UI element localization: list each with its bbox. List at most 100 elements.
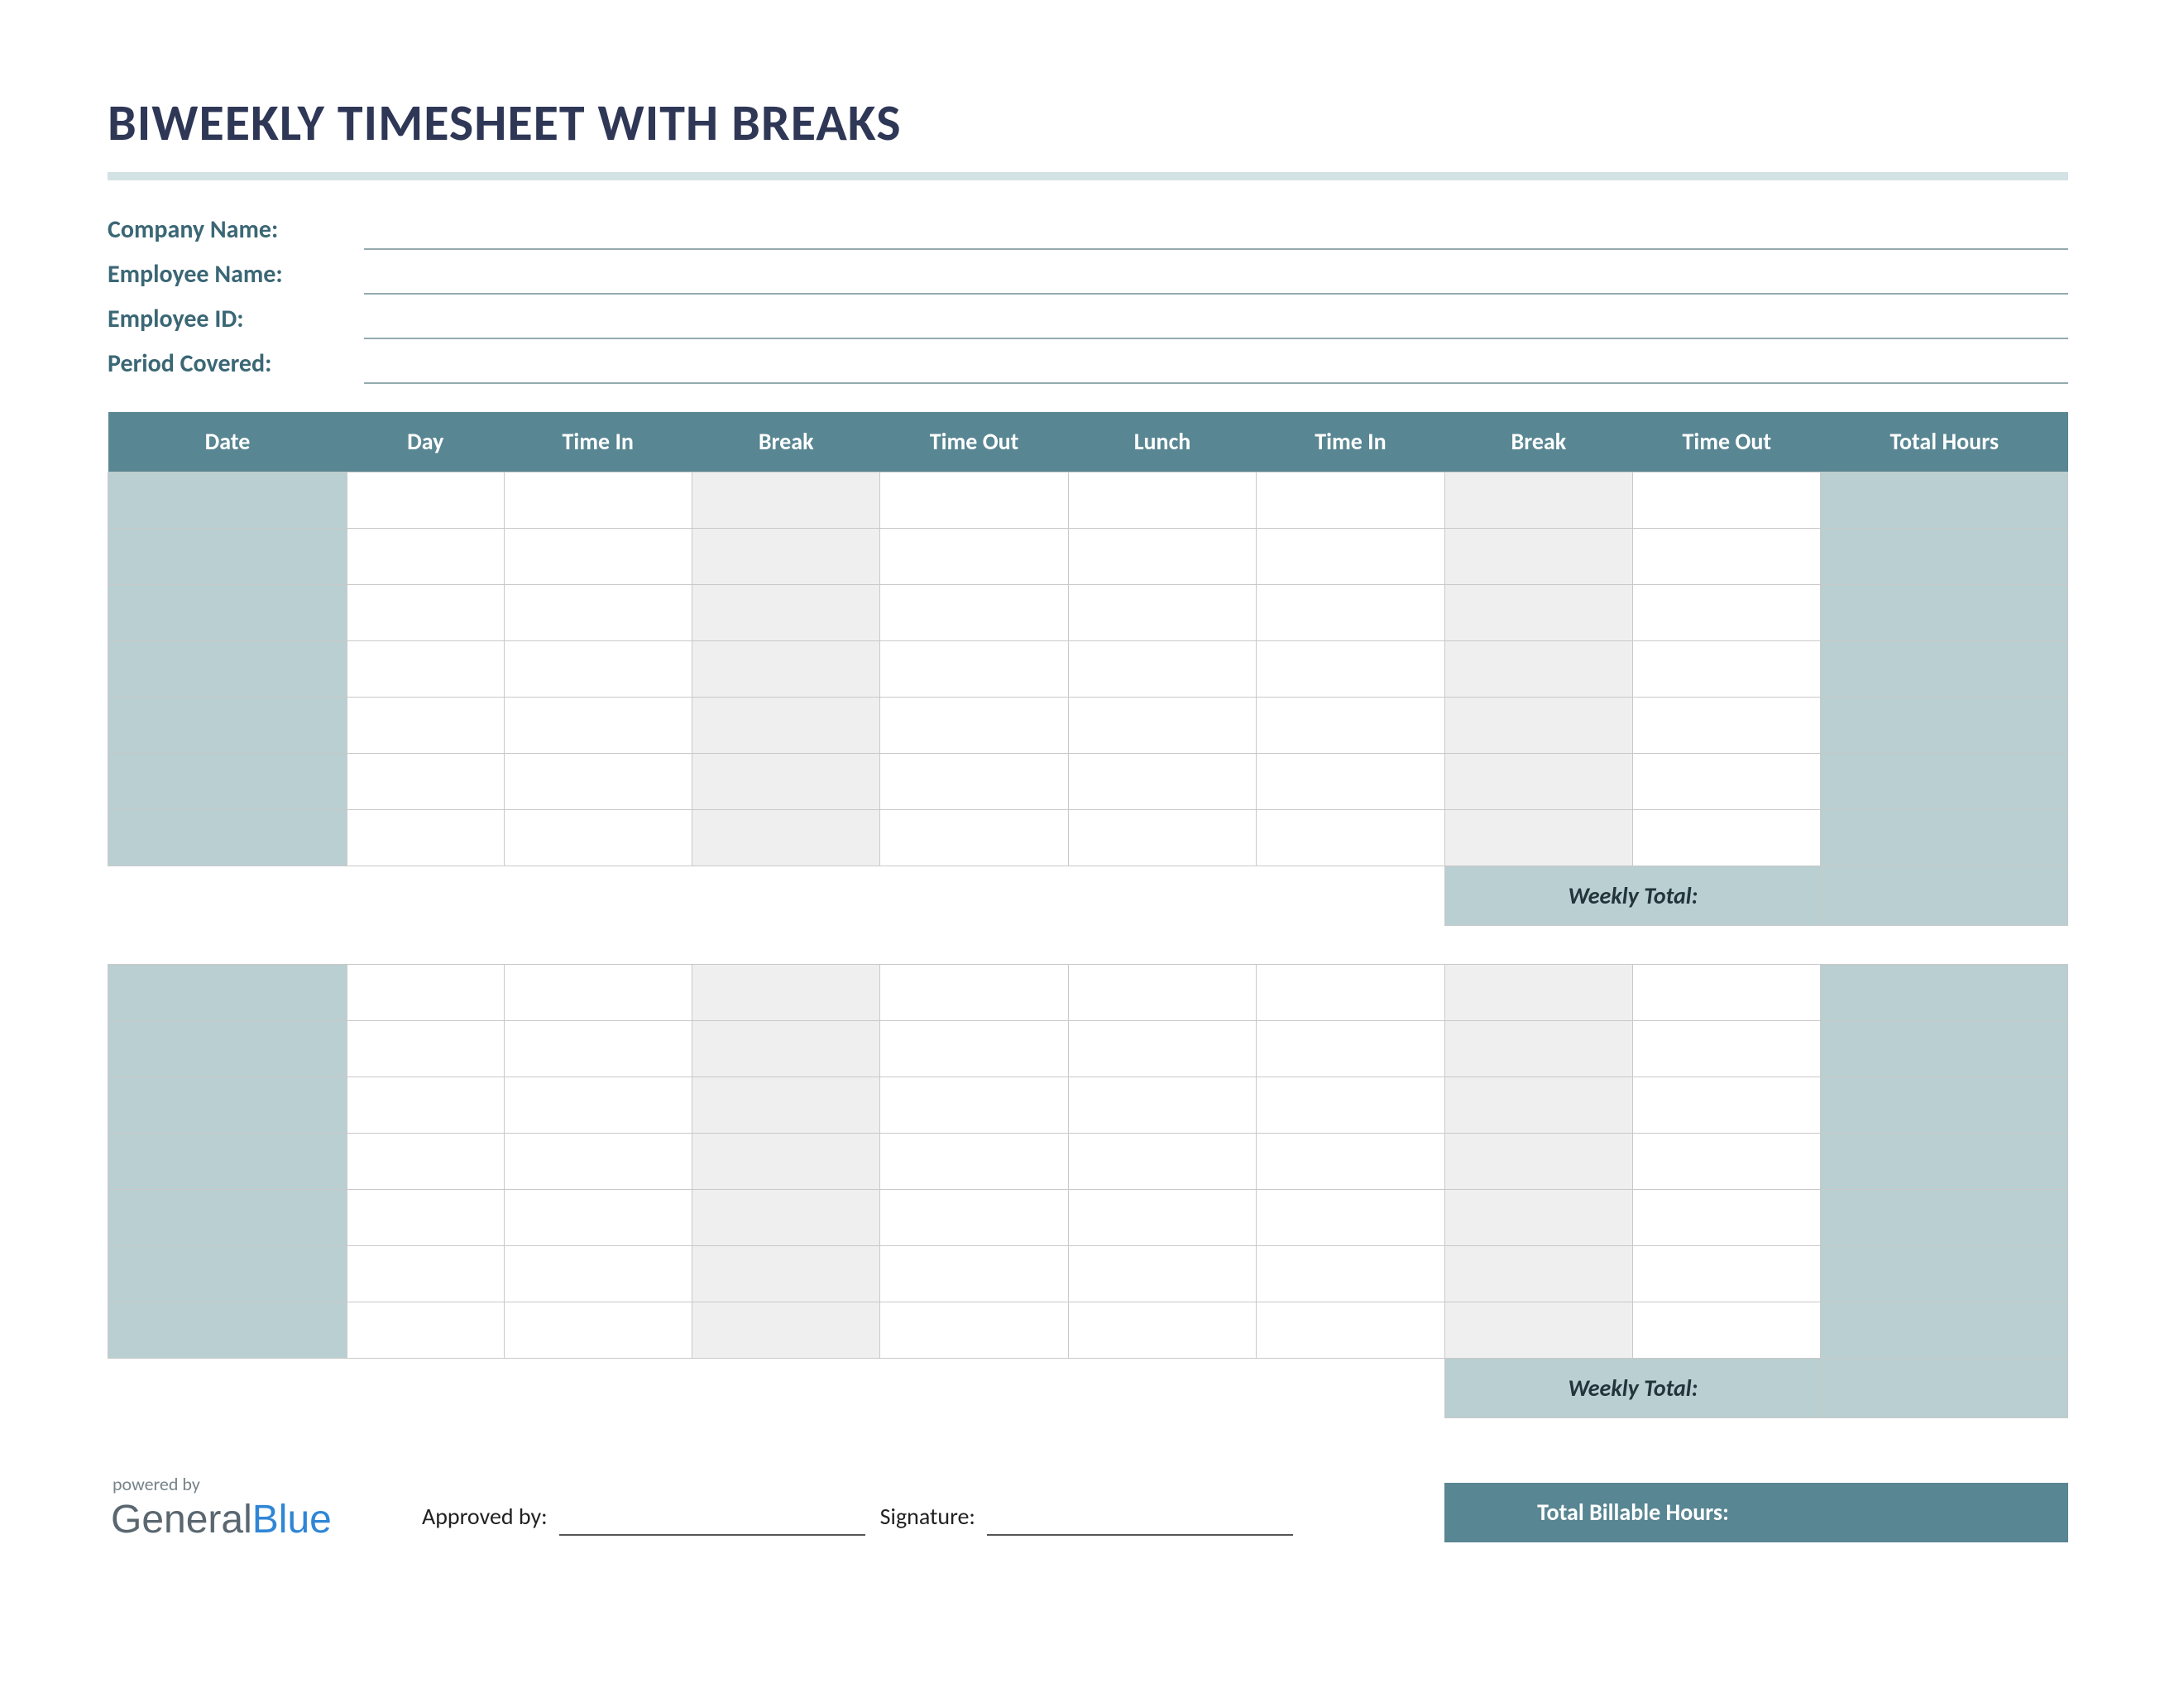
cell-break2[interactable] (1444, 1302, 1632, 1358)
cell-total[interactable] (1821, 528, 2068, 584)
cell-timeout2[interactable] (1633, 1302, 1821, 1358)
cell-day[interactable] (347, 1189, 505, 1245)
weekly-total-value-1[interactable] (1822, 866, 2068, 926)
cell-date[interactable] (108, 1245, 347, 1302)
cell-timein[interactable] (504, 809, 692, 866)
cell-date[interactable] (108, 753, 347, 809)
cell-day[interactable] (347, 753, 505, 809)
cell-timein2[interactable] (1257, 1020, 1444, 1077)
cell-timein[interactable] (504, 1189, 692, 1245)
cell-break[interactable] (692, 528, 879, 584)
cell-timeout[interactable] (880, 584, 1068, 640)
cell-break2[interactable] (1444, 1189, 1632, 1245)
cell-day[interactable] (347, 1133, 505, 1189)
cell-lunch[interactable] (1068, 528, 1256, 584)
approved-by-line[interactable] (559, 1503, 865, 1536)
cell-total[interactable] (1821, 753, 2068, 809)
cell-timeout2[interactable] (1633, 1020, 1821, 1077)
cell-day[interactable] (347, 1077, 505, 1133)
cell-total[interactable] (1821, 1133, 2068, 1189)
cell-timeout[interactable] (880, 1245, 1068, 1302)
cell-lunch[interactable] (1068, 584, 1256, 640)
cell-timein2[interactable] (1257, 1133, 1444, 1189)
employee-input-line[interactable] (364, 250, 2068, 295)
cell-day[interactable] (347, 640, 505, 697)
cell-break2[interactable] (1444, 1077, 1632, 1133)
cell-timein2[interactable] (1257, 753, 1444, 809)
cell-lunch[interactable] (1068, 753, 1256, 809)
cell-total[interactable] (1821, 584, 2068, 640)
cell-break[interactable] (692, 809, 879, 866)
cell-date[interactable] (108, 528, 347, 584)
cell-timein[interactable] (504, 753, 692, 809)
cell-total[interactable] (1821, 1020, 2068, 1077)
cell-lunch[interactable] (1068, 697, 1256, 753)
cell-break2[interactable] (1444, 584, 1632, 640)
cell-timein[interactable] (504, 528, 692, 584)
cell-timeout[interactable] (880, 1302, 1068, 1358)
cell-timeout[interactable] (880, 1020, 1068, 1077)
cell-timeout2[interactable] (1633, 964, 1821, 1020)
cell-date[interactable] (108, 1020, 347, 1077)
cell-lunch[interactable] (1068, 1077, 1256, 1133)
cell-timeout[interactable] (880, 1077, 1068, 1133)
cell-timein[interactable] (504, 472, 692, 528)
cell-timeout[interactable] (880, 964, 1068, 1020)
cell-total[interactable] (1821, 1245, 2068, 1302)
cell-date[interactable] (108, 640, 347, 697)
total-billable-value[interactable] (1822, 1483, 2068, 1542)
cell-timein2[interactable] (1257, 1077, 1444, 1133)
cell-lunch[interactable] (1068, 809, 1256, 866)
cell-day[interactable] (347, 528, 505, 584)
cell-lunch[interactable] (1068, 1020, 1256, 1077)
cell-timein[interactable] (504, 1020, 692, 1077)
cell-timeout[interactable] (880, 809, 1068, 866)
cell-break2[interactable] (1444, 809, 1632, 866)
cell-timeout2[interactable] (1633, 584, 1821, 640)
cell-lunch[interactable] (1068, 964, 1256, 1020)
cell-timein2[interactable] (1257, 1302, 1444, 1358)
cell-break2[interactable] (1444, 964, 1632, 1020)
cell-timein2[interactable] (1257, 697, 1444, 753)
cell-lunch[interactable] (1068, 1302, 1256, 1358)
cell-break2[interactable] (1444, 472, 1632, 528)
cell-timein[interactable] (504, 1133, 692, 1189)
cell-total[interactable] (1821, 964, 2068, 1020)
cell-break2[interactable] (1444, 528, 1632, 584)
cell-total[interactable] (1821, 1302, 2068, 1358)
cell-timeout[interactable] (880, 753, 1068, 809)
cell-total[interactable] (1821, 1189, 2068, 1245)
cell-total[interactable] (1821, 697, 2068, 753)
cell-timein[interactable] (504, 640, 692, 697)
cell-timeout[interactable] (880, 640, 1068, 697)
cell-break[interactable] (692, 964, 879, 1020)
cell-timeout[interactable] (880, 528, 1068, 584)
cell-timeout2[interactable] (1633, 809, 1821, 866)
cell-break2[interactable] (1444, 697, 1632, 753)
signature-line[interactable] (987, 1503, 1293, 1536)
cell-date[interactable] (108, 1133, 347, 1189)
cell-total[interactable] (1821, 640, 2068, 697)
cell-break2[interactable] (1444, 1133, 1632, 1189)
cell-lunch[interactable] (1068, 1245, 1256, 1302)
cell-day[interactable] (347, 964, 505, 1020)
weekly-total-value-2[interactable] (1822, 1359, 2068, 1418)
cell-total[interactable] (1821, 472, 2068, 528)
cell-day[interactable] (347, 472, 505, 528)
cell-break[interactable] (692, 753, 879, 809)
cell-total[interactable] (1821, 809, 2068, 866)
cell-break[interactable] (692, 1189, 879, 1245)
cell-day[interactable] (347, 584, 505, 640)
cell-timeout2[interactable] (1633, 640, 1821, 697)
cell-lunch[interactable] (1068, 1189, 1256, 1245)
cell-timein[interactable] (504, 1077, 692, 1133)
cell-timein2[interactable] (1257, 640, 1444, 697)
cell-timein2[interactable] (1257, 1245, 1444, 1302)
cell-date[interactable] (108, 1189, 347, 1245)
cell-day[interactable] (347, 697, 505, 753)
cell-timeout[interactable] (880, 1133, 1068, 1189)
cell-timeout2[interactable] (1633, 1077, 1821, 1133)
cell-break[interactable] (692, 1302, 879, 1358)
cell-timein[interactable] (504, 697, 692, 753)
cell-timeout2[interactable] (1633, 753, 1821, 809)
